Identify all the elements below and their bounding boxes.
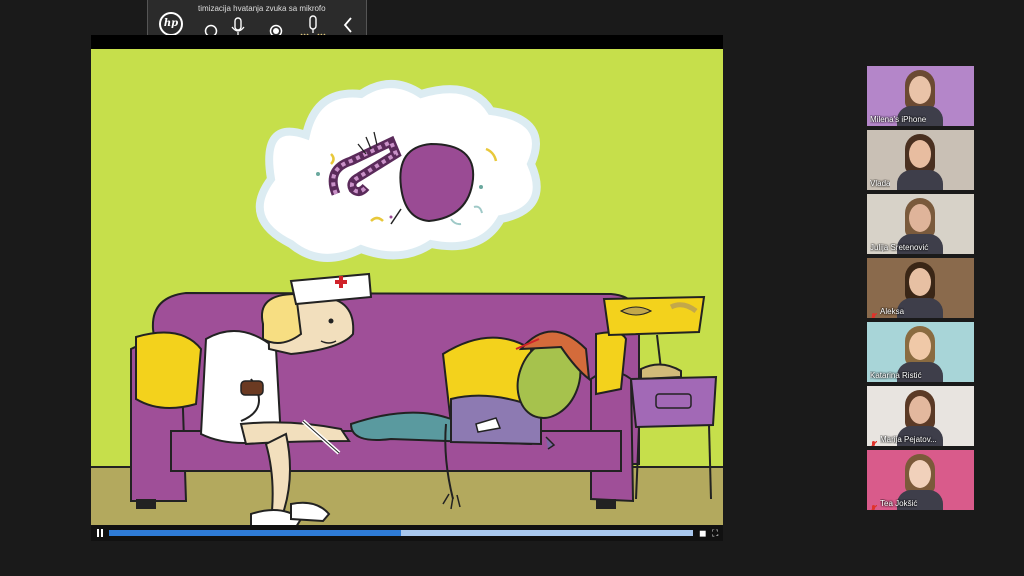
video-controls: ◼ ⛶ xyxy=(91,525,723,541)
participant-face xyxy=(909,204,931,232)
participant-name: Katarina Ristić xyxy=(870,371,922,380)
fullscreen-icon[interactable]: ⛶ xyxy=(712,528,718,538)
volume-icon[interactable]: ◼ xyxy=(699,528,706,538)
hp-logo: hp xyxy=(159,12,183,36)
participant-tile[interactable]: Aleksa xyxy=(867,258,974,318)
pause-icon[interactable] xyxy=(96,529,104,537)
participant-tile[interactable]: Julija Sretenović xyxy=(867,194,974,254)
participant-tile[interactable]: Vlada xyxy=(867,130,974,190)
mic-muted-icon xyxy=(870,308,878,318)
participant-tile[interactable]: Marija Pejatov... xyxy=(867,386,974,446)
seek-bar[interactable] xyxy=(109,530,693,536)
participant-face xyxy=(909,268,931,296)
participant-face xyxy=(909,396,931,424)
participant-face xyxy=(909,140,931,168)
shared-video[interactable]: ◼ ⛶ xyxy=(91,35,723,541)
participant-name: Vlada xyxy=(870,179,891,188)
participant-name: Aleksa xyxy=(880,307,905,316)
participant-name: Marija Pejatov... xyxy=(880,435,937,444)
participant-name: Milena's iPhone xyxy=(870,115,927,124)
participant-face xyxy=(909,76,931,104)
toolbar-title: timizacija hvatanja zvuka sa mikrofo xyxy=(198,4,326,13)
participant-face xyxy=(909,460,931,488)
participant-face xyxy=(909,332,931,360)
cartoon-scene xyxy=(91,49,723,525)
chevron-left-icon[interactable] xyxy=(342,16,354,34)
participant-tile[interactable]: Katarina Ristić xyxy=(867,322,974,382)
participant-name: Tea Jokšić xyxy=(880,499,918,508)
seek-progress xyxy=(109,530,401,536)
participant-name: Julija Sretenović xyxy=(870,243,929,252)
mic-muted-icon xyxy=(870,500,878,510)
participant-tile[interactable]: Milena's iPhone xyxy=(867,66,974,126)
participant-tile[interactable]: Tea Jokšić xyxy=(867,450,974,510)
participant-body xyxy=(897,170,943,190)
mic-muted-icon xyxy=(870,436,878,446)
